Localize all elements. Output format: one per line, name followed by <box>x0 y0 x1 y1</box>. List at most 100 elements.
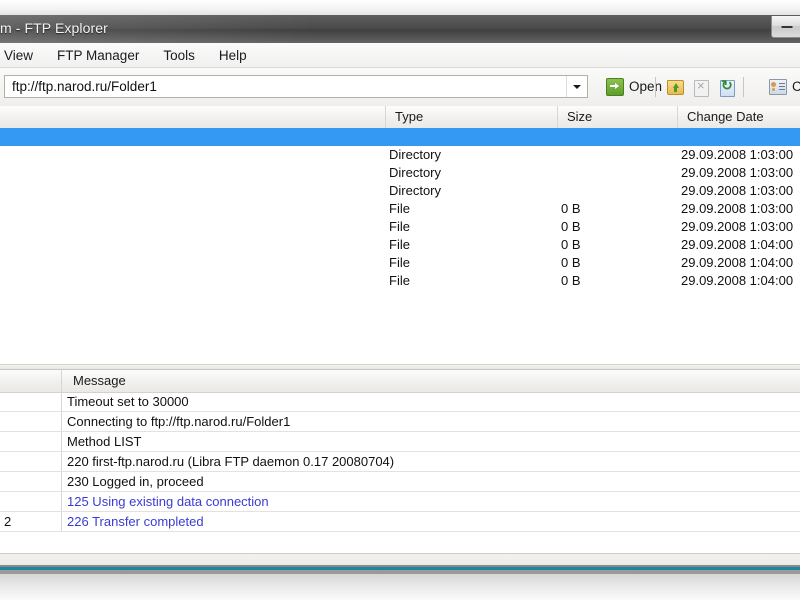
file-cell-size: 0 B <box>561 255 581 270</box>
desktop-backdrop-bottom <box>0 573 800 600</box>
ftp-explorer-window: m - FTP Explorer View FTP Manager Tools … <box>0 15 800 573</box>
log-cell-number <box>0 432 62 451</box>
file-list[interactable]: Type Size Change Date Directory 29.09.200… <box>0 106 800 365</box>
delete-file-icon <box>694 78 709 97</box>
file-cell-type <box>389 128 555 146</box>
log-row[interactable]: Timeout set to 30000 <box>0 392 800 412</box>
log-cell-number <box>0 412 62 431</box>
menu-item-help[interactable]: Help <box>207 45 259 66</box>
file-cell-date: 29.09.2008 1:03:00 <box>681 165 794 180</box>
file-cell-size: 0 B <box>561 201 581 216</box>
log-header: Message <box>0 370 800 393</box>
log-cell-number <box>0 452 62 471</box>
create-account-button[interactable]: Cr <box>763 74 800 99</box>
file-cell-size <box>561 128 675 146</box>
minimize-button[interactable] <box>771 16 800 38</box>
file-cell-size: 0 B <box>561 273 581 288</box>
desktop-backdrop-top <box>0 0 800 15</box>
log-column-header-num[interactable] <box>0 370 62 392</box>
delete-button[interactable] <box>689 76 711 98</box>
folder-up-icon <box>667 80 684 95</box>
file-cell-name <box>3 164 383 182</box>
file-cell-date: 29.09.2008 1:04:00 <box>681 273 794 288</box>
file-list-row[interactable]: Directory 29.09.2008 1:03:00 <box>0 146 800 164</box>
file-cell-size <box>561 182 675 200</box>
column-header-size[interactable]: Size <box>558 106 678 128</box>
file-cell-type: Directory <box>389 147 442 162</box>
file-cell-name <box>3 182 383 200</box>
log-row[interactable]: 230 Logged in, proceed <box>0 472 800 492</box>
file-list-row[interactable] <box>0 128 800 146</box>
file-cell-name <box>3 218 383 236</box>
toolbar-separator-1 <box>655 77 656 97</box>
window-title: m - FTP Explorer <box>0 20 108 36</box>
file-cell-type: File <box>389 255 410 270</box>
open-arrow-icon <box>606 77 624 96</box>
chevron-down-icon <box>573 85 581 89</box>
log-cell-message: 226 Transfer completed <box>67 514 204 529</box>
log-body: Timeout set to 30000 Connecting to ftp://… <box>0 392 800 532</box>
file-cell-date: 29.09.2008 1:03:00 <box>681 201 794 216</box>
open-button-label: Open <box>629 79 663 94</box>
file-list-row[interactable]: Directory 29.09.2008 1:03:00 <box>0 182 800 200</box>
refresh-icon <box>720 77 735 97</box>
file-cell-size: 0 B <box>561 219 581 234</box>
file-cell-name <box>3 254 383 272</box>
folder-up-button[interactable] <box>663 76 685 98</box>
log-cell-message: Timeout set to 30000 <box>67 394 189 409</box>
toolbar-separator-2 <box>743 77 744 97</box>
file-cell-type: File <box>389 219 410 234</box>
window-bottom-edge <box>0 565 800 574</box>
log-cell-message: Method LIST <box>67 434 142 449</box>
file-cell-date: 29.09.2008 1:03:00 <box>681 219 794 234</box>
file-list-row[interactable]: File 0 B 29.09.2008 1:04:00 <box>0 272 800 290</box>
menu-bar: View FTP Manager Tools Help <box>0 43 800 68</box>
screen: m - FTP Explorer View FTP Manager Tools … <box>0 0 800 600</box>
title-bar[interactable]: m - FTP Explorer <box>0 15 800 44</box>
menu-item-ftp-manager[interactable]: FTP Manager <box>45 45 151 66</box>
file-cell-type: File <box>389 273 410 288</box>
menu-item-tools[interactable]: Tools <box>151 45 207 66</box>
log-cell-number <box>0 492 62 511</box>
file-cell-size <box>561 164 675 182</box>
file-cell-size: 0 B <box>561 237 581 252</box>
file-cell-date: 29.09.2008 1:03:00 <box>681 147 794 162</box>
log-row[interactable]: 125 Using existing data connection <box>0 492 800 512</box>
log-row[interactable]: Connecting to ftp://ftp.narod.ru/Folder1 <box>0 412 800 432</box>
create-account-label: Cr <box>792 79 800 94</box>
file-cell-type: Directory <box>389 183 442 198</box>
log-row[interactable]: 220 first-ftp.narod.ru (Libra FTP daemon… <box>0 452 800 472</box>
file-list-row[interactable]: File 0 B 29.09.2008 1:04:00 <box>0 236 800 254</box>
log-cell-message: 220 first-ftp.narod.ru (Libra FTP daemon… <box>67 454 395 469</box>
column-header-change-date[interactable]: Change Date <box>678 106 800 128</box>
column-header-type[interactable]: Type <box>386 106 558 128</box>
file-cell-type: File <box>389 237 410 252</box>
log-cell-message: 230 Logged in, proceed <box>67 474 204 489</box>
file-cell-type: Directory <box>389 165 442 180</box>
address-combo[interactable]: ftp://ftp.narod.ru/Folder1 <box>4 75 588 98</box>
column-header-name[interactable] <box>0 106 386 128</box>
log-row[interactable]: 2 226 Transfer completed <box>0 512 800 532</box>
log-column-header-message[interactable]: Message <box>64 370 800 392</box>
address-toolbar: s: ftp://ftp.narod.ru/Folder1 Open <box>0 68 800 107</box>
file-cell-type: File <box>389 201 410 216</box>
file-list-row[interactable]: File 0 B 29.09.2008 1:03:00 <box>0 200 800 218</box>
menu-item-view[interactable]: View <box>0 45 45 66</box>
file-cell-date: 29.09.2008 1:03:00 <box>681 183 794 198</box>
minimize-icon <box>781 25 792 28</box>
file-list-row[interactable]: File 0 B 29.09.2008 1:04:00 <box>0 254 800 272</box>
file-list-row[interactable]: Directory 29.09.2008 1:03:00 <box>0 164 800 182</box>
account-card-icon <box>769 78 787 95</box>
log-panel[interactable]: Message Timeout set to 30000 Connecting t… <box>0 370 800 553</box>
address-input[interactable]: ftp://ftp.narod.ru/Folder1 <box>12 79 157 94</box>
log-cell-message: Connecting to ftp://ftp.narod.ru/Folder1 <box>67 414 291 429</box>
file-cell-name <box>3 146 383 164</box>
window-controls <box>771 15 800 38</box>
open-button[interactable]: Open <box>598 74 670 99</box>
log-row[interactable]: Method LIST <box>0 432 800 452</box>
edge-line-gray-bottom <box>0 570 800 574</box>
file-cell-size <box>561 146 675 164</box>
file-list-row[interactable]: File 0 B 29.09.2008 1:03:00 <box>0 218 800 236</box>
address-dropdown-button[interactable] <box>566 76 587 97</box>
refresh-button[interactable] <box>715 76 737 98</box>
